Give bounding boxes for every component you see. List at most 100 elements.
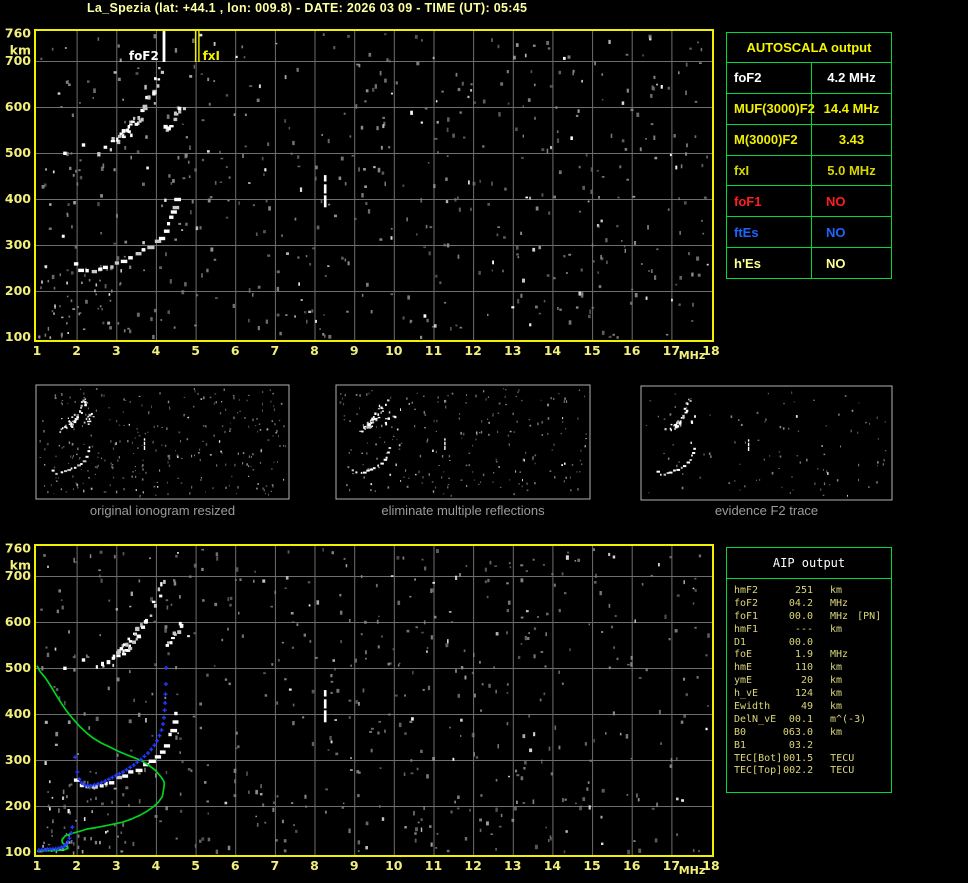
svg-text:8: 8 xyxy=(310,343,319,358)
aip-unit: TECU xyxy=(830,765,855,777)
aip-val: 063.0 xyxy=(782,726,813,738)
aip-val: 251 xyxy=(794,585,813,596)
aip-val: 002.2 xyxy=(783,765,814,777)
thumbnail-caption-original: original ionogram resized xyxy=(89,503,236,518)
svg-text:6: 6 xyxy=(231,858,240,873)
autoscala-row: fxI 5.0 MHz xyxy=(727,155,891,187)
svg-text:500: 500 xyxy=(5,660,31,675)
svg-text:14: 14 xyxy=(544,858,562,873)
svg-text:9: 9 xyxy=(350,858,359,873)
thumbnail-eliminate-reflections xyxy=(335,384,591,500)
svg-text:17: 17 xyxy=(663,858,680,873)
autoscala-app-window: La_Spezia (lat: +44.1 , lon: 009.8) - DA… xyxy=(0,0,968,883)
svg-text:400: 400 xyxy=(5,191,31,206)
svg-text:760: 760 xyxy=(5,540,31,555)
aip-unit: km xyxy=(830,701,843,713)
svg-text:5: 5 xyxy=(191,343,200,358)
svg-text:1: 1 xyxy=(33,858,42,873)
svg-text:15: 15 xyxy=(583,858,600,873)
autoscala-row-value: 3.43 xyxy=(838,132,865,148)
svg-text:600: 600 xyxy=(5,614,31,629)
autoscala-row: foF2 4.2 MHz xyxy=(727,63,891,94)
aip-unit: km xyxy=(830,662,843,674)
aip-row: B1 03.2 xyxy=(734,740,891,753)
autoscala-table-header: AUTOSCALA output xyxy=(727,33,891,63)
aip-output-table: AIP output hmF2 251 km foF2 04.2 MHz foF1 00.0 M… xyxy=(726,547,892,793)
aip-val: 00.1 xyxy=(788,713,813,725)
aip-val: 03.2 xyxy=(788,739,813,751)
autoscala-row-label: foF2 xyxy=(727,63,812,93)
aip-name: foE xyxy=(734,649,753,661)
thumbnail-caption-eliminate: eliminate multiple reflections xyxy=(381,503,545,518)
svg-text:km: km xyxy=(10,557,31,572)
aip-row: TEC[Bot] 001.5 TECU xyxy=(734,753,891,766)
aip-row: B0 063.0 km xyxy=(734,727,891,740)
svg-text:1: 1 xyxy=(33,343,42,358)
svg-text:100: 100 xyxy=(5,329,31,344)
svg-text:17: 17 xyxy=(663,343,680,358)
svg-text:12: 12 xyxy=(464,858,481,873)
aip-name: D1 xyxy=(734,636,747,648)
green-profile-curve xyxy=(36,665,166,852)
autoscala-row: foF1 NO xyxy=(727,186,891,218)
svg-text:500: 500 xyxy=(5,145,31,160)
autoscala-row-label: h'Es xyxy=(727,248,812,279)
aip-name: DelN_vE xyxy=(734,713,777,725)
svg-text:10: 10 xyxy=(385,343,403,358)
autoscala-row-value: 14.4 MHz xyxy=(823,101,880,117)
aip-row: hmF1 --- km xyxy=(734,624,891,637)
aip-unit: MHz xyxy=(830,597,849,609)
svg-text:16: 16 xyxy=(623,858,641,873)
svg-text:MHz: MHz xyxy=(679,349,706,362)
bottom-ionogram-plot: 760700600500400300200100km1 2 3 4 5 6 7 8 9 10 11 1… xyxy=(5,540,720,877)
aip-val: 00.0 xyxy=(788,610,813,622)
top-ionogram-plot: 760700600500400300200100km1 2 3 4 5 6 7 8 9 10 11 1… xyxy=(5,25,720,362)
aip-val: 04.2 xyxy=(788,597,813,609)
autoscala-row-value: NO xyxy=(826,224,846,240)
svg-text:9: 9 xyxy=(350,343,359,358)
aip-val: 1.9 xyxy=(794,649,813,661)
aip-row: foE 1.9 MHz xyxy=(734,649,891,662)
aip-name: TEC[Bot] xyxy=(734,752,783,764)
svg-text:300: 300 xyxy=(5,752,31,767)
aip-name: hmF1 xyxy=(734,623,759,635)
svg-text:10: 10 xyxy=(385,858,403,873)
aip-unit: km xyxy=(830,726,843,738)
aip-name: h_vE xyxy=(734,688,759,700)
aip-name: B1 xyxy=(734,739,747,751)
svg-text:14: 14 xyxy=(544,343,562,358)
svg-text:200: 200 xyxy=(5,798,31,813)
aip-name: TEC[Top] xyxy=(734,765,783,777)
svg-text:13: 13 xyxy=(504,858,521,873)
aip-row: foF1 00.0 MHz [PN] xyxy=(734,611,891,624)
svg-text:km: km xyxy=(10,42,31,57)
svg-text:600: 600 xyxy=(5,99,31,114)
aip-row: TEC[Top] 002.2 TECU xyxy=(734,765,891,778)
aip-row: h_vE 124 km xyxy=(734,688,891,701)
svg-text:8: 8 xyxy=(310,858,319,873)
autoscala-row-label: foF1 xyxy=(727,186,812,217)
aip-row: hmE 110 km xyxy=(734,662,891,675)
svg-text:16: 16 xyxy=(623,343,641,358)
svg-text:200: 200 xyxy=(5,283,31,298)
aip-val: 49 xyxy=(800,701,813,713)
aip-row: ymE 20 km xyxy=(734,675,891,688)
svg-text:6: 6 xyxy=(231,343,240,358)
svg-text:fxI: fxI xyxy=(203,49,220,63)
aip-table-rows: hmF2 251 km foF2 04.2 MHz foF1 00.0 MHz [PN] hmF1 -… xyxy=(727,579,891,778)
svg-text:2: 2 xyxy=(72,343,81,358)
thumbnail-caption-evidence: evidence F2 trace xyxy=(714,503,819,518)
autoscala-row-label: M(3000)F2 xyxy=(727,124,812,155)
aip-unit: km xyxy=(830,585,843,596)
aip-row: Ewidth 49 km xyxy=(734,701,891,714)
svg-text:2: 2 xyxy=(72,858,81,873)
autoscala-row-label: fxI xyxy=(727,155,812,186)
svg-text:7: 7 xyxy=(271,858,280,873)
aip-row: D1 00.0 xyxy=(734,637,891,650)
aip-name: B0 xyxy=(734,726,747,738)
autoscala-row-value: 5.0 MHz xyxy=(827,163,876,178)
svg-text:12: 12 xyxy=(464,343,481,358)
aip-unit: km xyxy=(830,688,843,700)
autoscala-row-label: MUF(3000)F2 xyxy=(727,93,815,124)
svg-text:4: 4 xyxy=(152,343,161,358)
